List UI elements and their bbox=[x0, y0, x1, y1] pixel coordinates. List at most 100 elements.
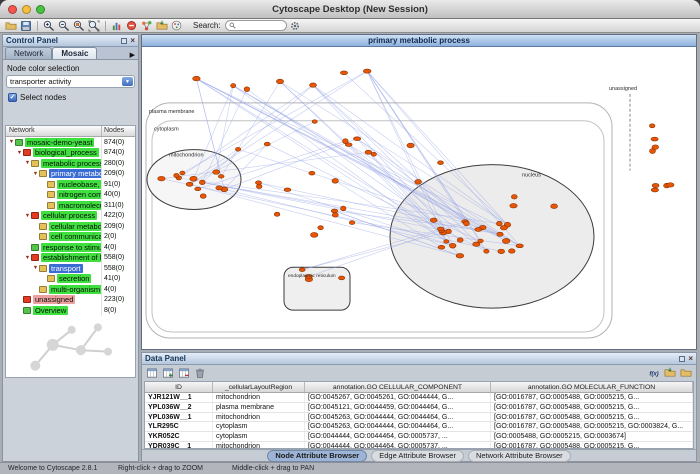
graph-node[interactable] bbox=[349, 221, 355, 225]
zoom-window-icon[interactable] bbox=[36, 5, 45, 14]
graph-node[interactable] bbox=[255, 181, 261, 185]
close-panel-icon[interactable]: × bbox=[688, 356, 693, 362]
graph-node[interactable] bbox=[651, 137, 658, 141]
graph-node[interactable] bbox=[498, 249, 505, 254]
graph-node[interactable] bbox=[407, 143, 414, 148]
search-options-button[interactable] bbox=[288, 19, 302, 32]
graph-node[interactable] bbox=[231, 84, 236, 88]
graph-node[interactable] bbox=[475, 228, 482, 232]
tree-item[interactable]: ▼establishment of localization558(0) bbox=[6, 253, 135, 264]
graph-node[interactable] bbox=[309, 171, 315, 175]
graph-node[interactable] bbox=[511, 195, 517, 200]
graph-node[interactable] bbox=[464, 221, 470, 226]
close-panel-icon[interactable]: × bbox=[130, 38, 135, 44]
graph-node[interactable] bbox=[332, 178, 338, 183]
graph-node[interactable] bbox=[473, 242, 480, 246]
graph-node[interactable] bbox=[213, 170, 220, 175]
tree-item[interactable]: nucleobase, nucleoside and nucleic acid … bbox=[6, 179, 135, 190]
network-canvas-svg[interactable]: plasma membranecytoplasmmitochondrionnuc… bbox=[142, 47, 696, 349]
select-nodes-checkbox[interactable]: ✓ bbox=[8, 93, 17, 102]
graph-node[interactable] bbox=[312, 120, 317, 124]
graph-node[interactable] bbox=[509, 249, 516, 253]
graph-node[interactable] bbox=[449, 243, 456, 248]
expander-icon[interactable]: ▼ bbox=[32, 171, 39, 177]
tab-edge-attribute-browser[interactable]: Edge Attribute Browser bbox=[371, 450, 464, 462]
network-view-title[interactable]: primary metabolic process bbox=[142, 35, 696, 47]
zoom-selected-button[interactable] bbox=[72, 19, 86, 32]
graph-node[interactable] bbox=[284, 188, 291, 192]
graph-node[interactable] bbox=[444, 240, 449, 244]
tab-network-attribute-browser[interactable]: Network Attribute Browser bbox=[468, 450, 571, 462]
graph-node[interactable] bbox=[438, 161, 444, 165]
tree-item[interactable]: Overview8(0) bbox=[6, 305, 135, 316]
tree-item[interactable]: ▼mosaic-demo-yeast874(0) bbox=[6, 137, 135, 148]
graph-node[interactable] bbox=[353, 137, 360, 141]
tree-item[interactable]: nitrogen compound metabolic process40(0) bbox=[6, 190, 135, 201]
import-network-button[interactable] bbox=[155, 19, 169, 32]
tree-item[interactable]: ▼transport558(0) bbox=[6, 263, 135, 274]
graph-node[interactable] bbox=[456, 254, 464, 259]
graph-node[interactable] bbox=[311, 232, 318, 237]
open-session-button[interactable] bbox=[4, 19, 18, 32]
zoom-in-button[interactable] bbox=[42, 19, 56, 32]
table-row[interactable]: YPL036W__1mitochondrion[GO:0045263, GO:0… bbox=[145, 413, 693, 423]
float-panel-icon[interactable] bbox=[121, 38, 127, 44]
graph-node[interactable] bbox=[502, 238, 510, 243]
network-canvas[interactable]: plasma membranecytoplasmmitochondrionnuc… bbox=[142, 47, 696, 349]
table-row[interactable]: YDR039C__1mitochondrion[GO:0044444, GO:0… bbox=[145, 442, 693, 449]
graph-node[interactable] bbox=[415, 179, 422, 184]
delete-attribute-button[interactable] bbox=[177, 367, 191, 380]
tree-item[interactable]: response to stimulus4(0) bbox=[6, 242, 135, 253]
graph-node[interactable] bbox=[338, 276, 344, 280]
graph-node[interactable] bbox=[340, 71, 347, 75]
graph-node[interactable] bbox=[652, 183, 659, 187]
graph-node[interactable] bbox=[193, 76, 201, 81]
graph-node[interactable] bbox=[500, 226, 507, 230]
graph-node[interactable] bbox=[186, 182, 193, 186]
graph-node[interactable] bbox=[318, 226, 324, 230]
graph-node[interactable] bbox=[332, 213, 338, 217]
window-titlebar[interactable]: Cytoscape Desktop (New Session) bbox=[0, 0, 700, 19]
zoom-out-button[interactable] bbox=[57, 19, 71, 32]
tree-item[interactable]: ▼metabolic process280(0) bbox=[6, 158, 135, 169]
expander-icon[interactable]: ▼ bbox=[24, 160, 31, 166]
tree-item[interactable]: cell communication2(0) bbox=[6, 232, 135, 243]
graph-node[interactable] bbox=[667, 183, 674, 187]
expander-icon[interactable]: ▼ bbox=[24, 213, 31, 219]
expander-icon[interactable]: ▼ bbox=[16, 150, 23, 156]
close-window-icon[interactable] bbox=[8, 5, 17, 14]
table-row[interactable]: YJR121W__1mitochondrion[GO:0045267, GO:0… bbox=[145, 393, 693, 403]
graph-node[interactable] bbox=[345, 143, 352, 147]
graph-node[interactable] bbox=[551, 204, 558, 209]
graph-node[interactable] bbox=[438, 245, 445, 249]
graph-node[interactable] bbox=[180, 171, 185, 175]
graph-node[interactable] bbox=[274, 212, 280, 216]
visual-mapper-button[interactable] bbox=[170, 19, 184, 32]
graph-node[interactable] bbox=[497, 232, 503, 236]
graph-node[interactable] bbox=[199, 180, 205, 185]
open-attributes-button[interactable] bbox=[679, 367, 693, 380]
graph-node[interactable] bbox=[437, 227, 444, 231]
select-attributes-button[interactable] bbox=[145, 367, 159, 380]
graph-node[interactable] bbox=[299, 268, 305, 272]
graph-node[interactable] bbox=[651, 188, 658, 192]
tree-item[interactable]: ▼biological_process874(0) bbox=[6, 148, 135, 159]
minimize-window-icon[interactable] bbox=[22, 5, 31, 14]
graph-node[interactable] bbox=[264, 142, 270, 146]
expander-icon[interactable]: ▼ bbox=[24, 255, 31, 261]
search-field[interactable] bbox=[225, 20, 287, 31]
graph-node[interactable] bbox=[310, 83, 317, 87]
table-row[interactable]: YPL036W__2plasma membrane[GO:0045121, GO… bbox=[145, 403, 693, 413]
column-header-molecular-function[interactable]: annotation.GO MOLECULAR_FUNCTION bbox=[491, 382, 693, 392]
zoom-fit-button[interactable] bbox=[87, 19, 101, 32]
table-row[interactable]: YKR052Ccytoplasm[GO:0044444, GO:0044464,… bbox=[145, 432, 693, 442]
graph-node[interactable] bbox=[216, 186, 223, 190]
graph-node[interactable] bbox=[516, 244, 523, 248]
tab-scroll-icon[interactable]: ▶ bbox=[130, 51, 136, 59]
show-graphics-details-button[interactable] bbox=[110, 19, 124, 32]
float-panel-icon[interactable] bbox=[679, 356, 685, 362]
search-input[interactable] bbox=[238, 22, 282, 29]
tree-item[interactable]: ▼primary metabolic process209(0) bbox=[6, 169, 135, 180]
graph-node[interactable] bbox=[510, 204, 517, 208]
formula-builder-button[interactable]: f(x) bbox=[647, 367, 661, 380]
